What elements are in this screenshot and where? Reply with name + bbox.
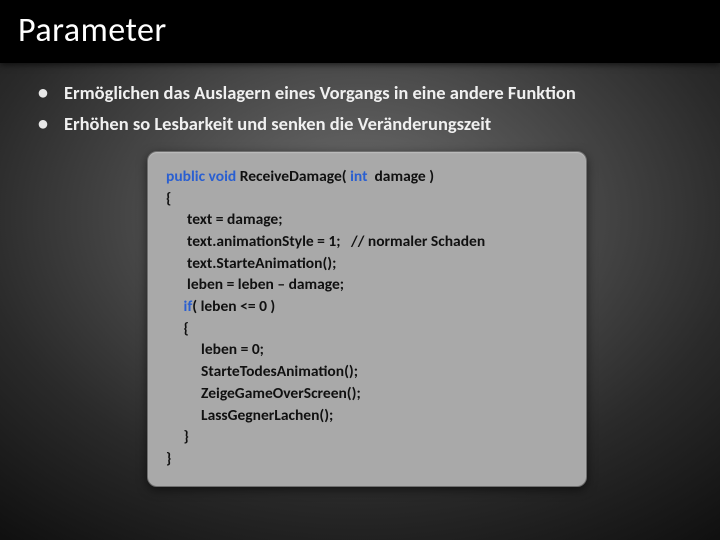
code-line: }	[166, 426, 568, 448]
slide-content: Ermöglichen das Auslagern eines Vorgangs…	[0, 63, 720, 487]
code-line: {	[166, 188, 568, 210]
code-line: leben = 0;	[166, 339, 568, 361]
code-line: {	[166, 318, 568, 340]
code-line: ZeigeGameOverScreen();	[166, 383, 568, 405]
bullet-item: Erhöhen so Lesbarkeit und senken die Ver…	[60, 112, 674, 137]
code-line: leben = leben – damage;	[166, 274, 568, 296]
code-line: text.animationStyle = 1; // normaler Sch…	[166, 231, 568, 253]
code-line: StarteTodesAnimation();	[166, 361, 568, 383]
keyword-if: if	[166, 297, 192, 316]
title-bar: Parameter	[0, 0, 720, 63]
code-line: if( leben <= 0 )	[166, 296, 568, 318]
code-line: text.StarteAnimation();	[166, 253, 568, 275]
code-line: }	[166, 448, 568, 470]
code-block: public void ReceiveDamage( int damage ) …	[147, 151, 587, 487]
keyword-public-void: public void	[166, 167, 236, 186]
code-line: public void ReceiveDamage( int damage )	[166, 166, 568, 188]
bullet-item: Ermöglichen das Auslagern eines Vorgangs…	[60, 81, 674, 106]
code-text: ( leben <= 0 )	[192, 297, 275, 316]
code-text: ReceiveDamage(	[236, 167, 350, 186]
code-line: text = damage;	[166, 209, 568, 231]
slide-title: Parameter	[18, 10, 702, 51]
bullet-list: Ermöglichen das Auslagern eines Vorgangs…	[60, 81, 674, 137]
keyword-int: int	[350, 167, 367, 186]
code-line: LassGegnerLachen();	[166, 405, 568, 427]
code-text: damage )	[367, 167, 434, 186]
